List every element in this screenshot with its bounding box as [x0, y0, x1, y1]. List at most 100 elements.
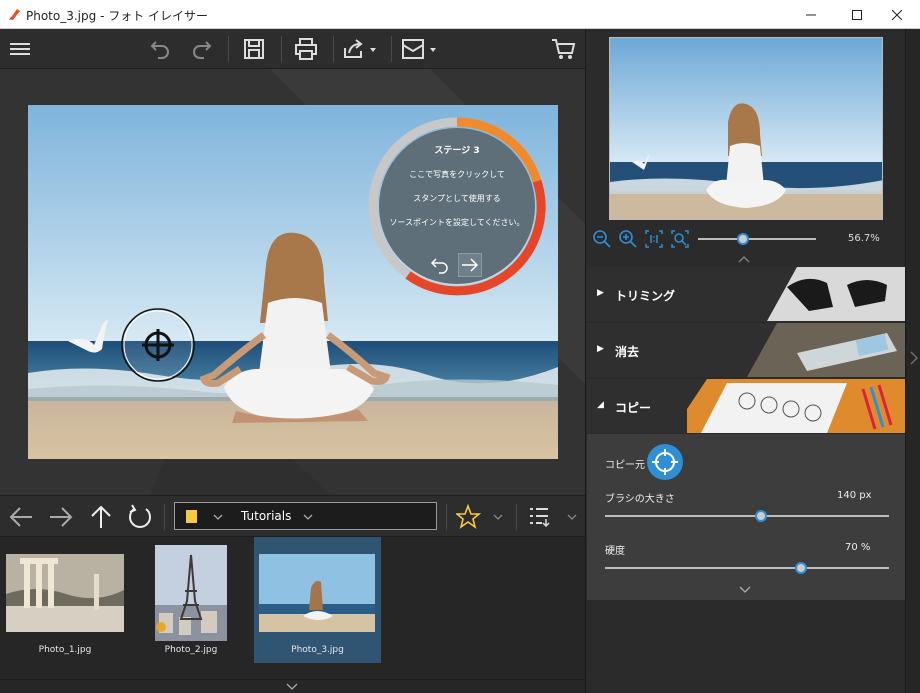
hardness-track	[605, 567, 889, 569]
chevron-down-icon	[303, 514, 313, 520]
print-icon	[295, 38, 317, 60]
section-trimming[interactable]: ▶ トリミング	[587, 267, 905, 321]
hardness-knob[interactable]	[794, 562, 807, 574]
navigator-preview[interactable]	[609, 37, 883, 220]
zoom-out-icon[interactable]	[592, 229, 614, 249]
folder-icon	[186, 510, 197, 523]
tutorial-back-button[interactable]	[428, 253, 452, 277]
tutorial-bubble: ステージ 3 ここで写真をクリックして スタンプとして使用する ソースポイントを…	[366, 115, 548, 297]
redo-icon	[193, 41, 212, 59]
brush-size-slider[interactable]	[605, 508, 889, 524]
save-button[interactable]	[240, 35, 268, 63]
title-bar: Photo_3.jpg - フォト イレイサー	[0, 0, 920, 29]
zoom-tools	[592, 229, 692, 251]
thumbnail-label: Photo_3.jpg	[291, 645, 344, 655]
up-folder-button[interactable]	[88, 504, 114, 530]
minimize-icon	[806, 14, 816, 15]
section-label: コピー	[615, 401, 652, 415]
section-copy[interactable]: ◢ コピー	[587, 379, 905, 433]
tutorial-line-3: ソースポイントを設定してください。	[389, 218, 525, 227]
tutorial-line-2: スタンプとして使用する	[413, 194, 501, 203]
chevron-right-icon	[910, 351, 918, 365]
copy-source-button[interactable]	[647, 444, 683, 480]
redo-button[interactable]	[188, 35, 216, 63]
nav-separator	[516, 504, 517, 530]
share-icon	[344, 39, 376, 58]
chevron-down-icon	[213, 514, 223, 520]
arrow-right-icon	[462, 258, 479, 272]
hardness-value: 70 %	[845, 542, 871, 553]
right-panel: 56.7% ▶ トリミング ▶ 消去 ◢ コピー コピー元 ブラシの大きさ 14…	[585, 29, 920, 693]
section-erase[interactable]: ▶ 消去	[587, 323, 905, 377]
section-label: トリミング	[615, 289, 676, 303]
arrow-left-icon	[9, 507, 32, 527]
undo-icon	[430, 258, 448, 274]
crosshair-icon	[652, 449, 678, 475]
thumbnail-item[interactable]: Photo_2.jpg	[128, 537, 254, 663]
undo-button[interactable]	[146, 35, 174, 63]
forward-button[interactable]	[48, 504, 74, 530]
arrow-right-icon	[50, 507, 73, 527]
folder-path-box[interactable]: Tutorials	[174, 502, 437, 530]
thumbnail-image	[6, 554, 124, 632]
copy-banner-image	[687, 379, 905, 433]
refresh-button[interactable]	[127, 504, 153, 530]
cart-button[interactable]	[550, 35, 578, 63]
caret-down-icon: ◢	[597, 400, 604, 410]
photo-preview[interactable]: ステージ 3 ここで写真をクリックして スタンプとして使用する ソースポイントを…	[28, 105, 558, 459]
email-icon	[402, 39, 436, 59]
menu-button[interactable]	[6, 35, 34, 63]
zoom-slider[interactable]	[698, 231, 816, 247]
thumbnail-item[interactable]: Photo_1.jpg	[2, 537, 128, 663]
save-icon	[244, 39, 264, 59]
zoom-slider-knob[interactable]	[736, 233, 749, 245]
refresh-icon	[129, 504, 151, 528]
section-label: 消去	[615, 345, 640, 359]
app-icon	[9, 9, 20, 20]
zoom-in-icon[interactable]	[618, 229, 640, 249]
clone-source-cursor[interactable]	[118, 305, 198, 385]
brush-size-label: ブラシの大きさ	[605, 494, 675, 505]
maximize-icon	[852, 9, 862, 20]
close-button[interactable]	[874, 0, 920, 29]
menu-icon	[10, 43, 30, 55]
copy-source-label: コピー元	[605, 460, 645, 471]
back-button[interactable]	[8, 504, 34, 530]
trimming-banner-image	[737, 267, 905, 321]
thumbnail-image	[155, 545, 227, 641]
panel-collapse-strip[interactable]	[905, 29, 920, 693]
zoom-slider-track	[698, 238, 816, 240]
thumbnail-label: Photo_2.jpg	[164, 645, 218, 655]
favorites-button[interactable]	[454, 503, 504, 530]
chevron-down-icon[interactable]	[286, 682, 298, 691]
toolbar-separator	[391, 36, 392, 62]
navigator-image	[610, 38, 882, 219]
arrow-up-icon	[91, 505, 111, 528]
thumbnail-image	[259, 554, 375, 632]
thumbnail-item-selected[interactable]: Photo_3.jpg	[254, 537, 381, 663]
file-navigation-bar: Tutorials	[0, 495, 585, 537]
print-button[interactable]	[292, 35, 320, 63]
chevron-up-icon[interactable]	[738, 255, 750, 263]
actual-size-icon[interactable]	[644, 229, 666, 249]
brush-size-knob[interactable]	[755, 510, 768, 522]
tutorial-stage: ステージ 3	[434, 146, 480, 156]
erase-banner-image	[737, 323, 905, 377]
minimize-button[interactable]	[788, 0, 834, 29]
chevron-down-icon[interactable]	[739, 585, 751, 594]
editor-canvas[interactable]: ステージ 3 ここで写真をクリックして スタンプとして使用する ソースポイントを…	[0, 69, 585, 495]
toolbar-separator	[333, 36, 334, 62]
fit-to-window-icon[interactable]	[670, 229, 692, 249]
sort-button[interactable]	[528, 504, 580, 530]
tutorial-next-button[interactable]	[458, 253, 482, 277]
hardness-label: 硬度	[605, 546, 625, 557]
hardness-slider[interactable]	[605, 560, 889, 576]
nav-separator	[446, 504, 447, 530]
thumbnail-footer	[0, 679, 585, 693]
share-button[interactable]	[342, 35, 380, 63]
sort-list-icon	[530, 508, 577, 528]
email-button[interactable]	[400, 35, 440, 63]
toolbar-separator	[281, 36, 282, 62]
folder-name: Tutorials	[241, 509, 292, 523]
toolbar-separator	[228, 36, 229, 62]
